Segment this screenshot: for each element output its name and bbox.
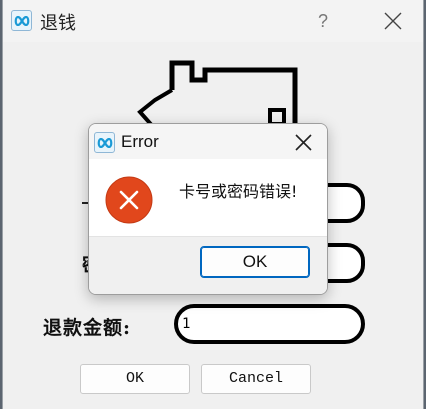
amount-label: 退款金额:: [43, 317, 132, 339]
error-dialog: Error 卡号或密码错误! OK: [88, 123, 328, 295]
close-icon: [384, 12, 402, 30]
dialog-footer: OK: [89, 236, 327, 294]
title-bar: 退钱 ?: [3, 0, 423, 42]
amount-input[interactable]: 1: [174, 304, 365, 344]
error-icon: [105, 176, 153, 224]
close-icon: [295, 134, 312, 151]
dialog-ok-button[interactable]: OK: [200, 246, 310, 278]
window-close-button[interactable]: [375, 6, 411, 36]
cancel-button[interactable]: Cancel: [201, 364, 311, 394]
dialog-body: 卡号或密码错误!: [89, 159, 327, 236]
infinity-app-icon: [11, 10, 32, 31]
dialog-close-button[interactable]: [289, 129, 317, 155]
help-button[interactable]: ?: [306, 8, 340, 34]
infinity-app-icon: [94, 132, 115, 153]
window-title: 退钱: [40, 13, 76, 34]
dialog-title: Error: [121, 132, 159, 151]
ok-button[interactable]: OK: [80, 364, 190, 394]
error-message: 卡号或密码错误!: [179, 182, 298, 201]
dialog-title-bar: Error: [89, 124, 327, 159]
